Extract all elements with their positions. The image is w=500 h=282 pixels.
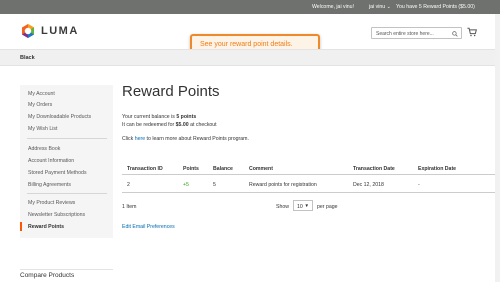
chevron-down-icon[interactable]: ▼	[305, 203, 309, 208]
limit-select[interactable]: 10 ▼	[293, 200, 313, 211]
search-input[interactable]: Search entire store here...	[371, 27, 462, 39]
nav-item-black[interactable]: Black	[20, 55, 35, 61]
balance-value: 5 points	[176, 114, 197, 120]
sidebar-item-wish-list[interactable]: My Wish List	[28, 126, 57, 132]
sidebar-item-product-reviews[interactable]: My Product Reviews	[28, 200, 75, 206]
sidebar-item-stored-payment-methods[interactable]: Stored Payment Methods	[28, 170, 87, 176]
sidebar-divider	[27, 193, 107, 194]
learn-prefix: Click	[122, 136, 134, 142]
learn-suffix: to learn more about Reward Points progra…	[146, 136, 249, 142]
compare-divider	[20, 269, 113, 270]
user-menu-label[interactable]: jai vinu	[369, 4, 385, 10]
sidebar-item-reward-points[interactable]: Reward Points	[28, 224, 64, 230]
redeem-suffix: at checkout	[190, 122, 217, 128]
column-header-transaction-date: Transaction Date	[353, 166, 395, 172]
limit-value[interactable]: 10	[297, 204, 303, 210]
sidebar-item-billing-agreements[interactable]: Billing Agreements	[28, 182, 71, 188]
sidebar-item-address-book[interactable]: Address Book	[28, 146, 60, 152]
chevron-down-icon[interactable]: ⌄	[387, 4, 391, 10]
search-icon[interactable]	[452, 30, 458, 37]
column-header-points: Points	[183, 166, 199, 172]
table-footer-divider	[122, 192, 500, 193]
redeem-prefix: It can be redeemed for	[122, 122, 175, 128]
redeem-text: It can be redeemed for $5.00 at checkout	[122, 122, 217, 128]
column-header-balance: Balance	[213, 166, 233, 172]
balance-text: Your current balance is 5 points	[122, 114, 196, 120]
page-title: Reward Points	[122, 83, 220, 100]
welcome-message: Welcome, jai vinu!	[312, 4, 354, 10]
per-page-label: per page	[317, 204, 338, 210]
learn-more-link[interactable]: here	[135, 136, 145, 142]
cell-points: +5	[183, 182, 189, 188]
compare-products-title: Compare Products	[20, 272, 75, 279]
top-bar: Welcome, jai vinu! jai vinu ⌄ You have 5…	[0, 0, 500, 14]
show-label: Show	[276, 204, 289, 210]
table-header-divider	[122, 174, 500, 175]
cell-comment: Reward points for registration	[249, 182, 317, 188]
user-menu-toggle[interactable]: jai vinu ⌄	[369, 4, 391, 10]
account-sidebar: My Account My Orders My Downloadable Pro…	[20, 85, 113, 238]
column-header-transaction-id: Transaction ID	[127, 166, 163, 172]
logo-text[interactable]: LUMA	[41, 25, 79, 37]
item-count: 1 Item	[122, 204, 137, 210]
cell-transaction-id: 2	[127, 182, 130, 188]
search-placeholder: Search entire store here...	[376, 31, 434, 37]
edit-email-preferences-link[interactable]: Edit Email Preferences	[122, 224, 175, 230]
sidebar-item-my-orders[interactable]: My Orders	[28, 102, 52, 108]
learn-more-text: Click here to learn more about Reward Po…	[122, 136, 249, 142]
sidebar-item-my-account[interactable]: My Account	[28, 91, 55, 97]
sidebar-item-newsletter-subscriptions[interactable]: Newsletter Subscriptions	[28, 212, 85, 218]
cell-expiration-date: -	[418, 182, 420, 188]
column-header-comment: Comment	[249, 166, 273, 172]
reward-points-link[interactable]: You have 5 Reward Points ($5.00)	[396, 4, 475, 10]
logo-icon[interactable]	[20, 23, 36, 39]
page-scrollbar[interactable]	[495, 14, 500, 282]
balance-prefix: Your current balance is	[122, 114, 175, 120]
sidebar-divider	[27, 138, 107, 139]
main-nav: Black	[0, 49, 500, 66]
sidebar-item-downloadable-products[interactable]: My Downloadable Products	[28, 114, 91, 120]
sidebar-item-account-information[interactable]: Account Information	[28, 158, 74, 164]
cell-balance: 5	[213, 182, 216, 188]
redeem-value: $5.00	[175, 122, 189, 128]
column-header-expiration-date: Expiration Date	[418, 166, 457, 172]
active-indicator	[20, 222, 22, 231]
cell-transaction-date: Dec 12, 2018	[353, 182, 384, 188]
cart-icon[interactable]	[467, 27, 477, 37]
